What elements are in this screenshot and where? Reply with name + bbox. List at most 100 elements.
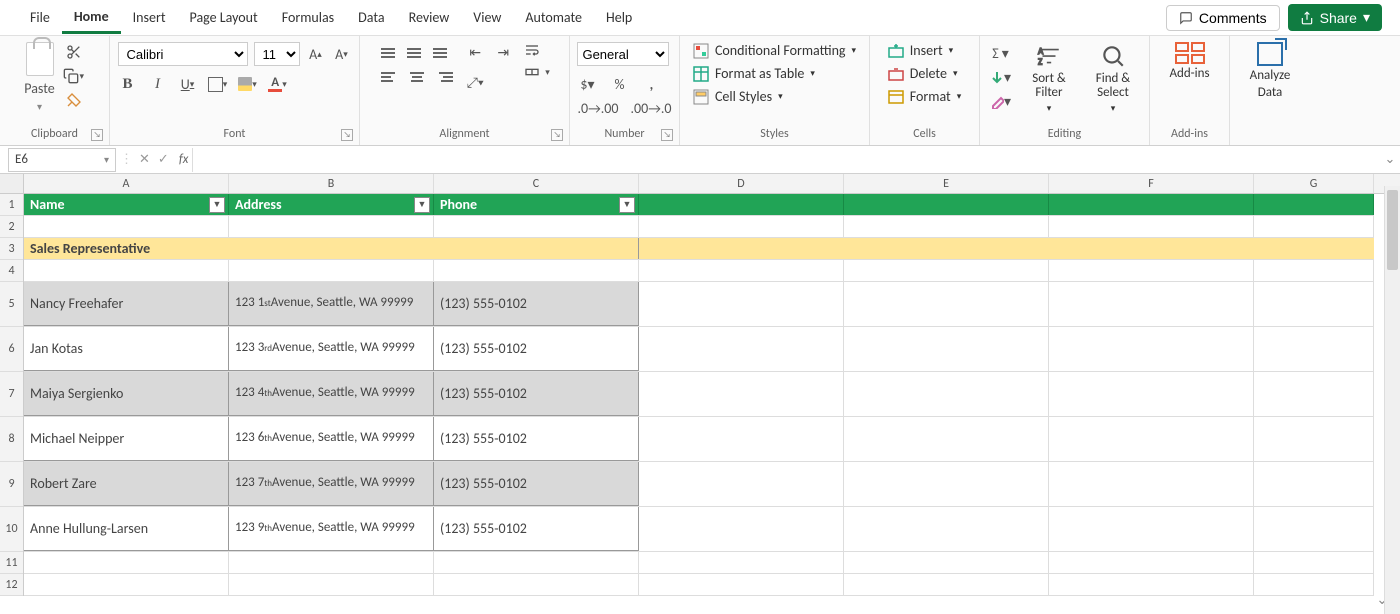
tab-help[interactable]: Help — [594, 3, 644, 32]
copy-button[interactable]: ▾ — [63, 66, 85, 86]
cell[interactable] — [639, 462, 844, 506]
cell[interactable]: (123) 555-0102 — [434, 417, 639, 461]
cell[interactable]: Michael Neipper — [24, 417, 229, 461]
cell[interactable] — [1254, 552, 1374, 573]
cell[interactable] — [1254, 194, 1374, 215]
select-all-corner[interactable] — [0, 174, 24, 193]
cell[interactable] — [1049, 417, 1254, 461]
filter-button[interactable]: ▼ — [619, 197, 635, 213]
increase-font-button[interactable]: A▴ — [306, 44, 326, 64]
cell[interactable] — [434, 216, 639, 237]
addins-button[interactable]: Add-ins — [1169, 42, 1209, 81]
cell[interactable] — [24, 552, 229, 573]
cell[interactable] — [639, 417, 844, 461]
cell[interactable] — [1254, 417, 1374, 461]
cell[interactable] — [844, 462, 1049, 506]
col-header-C[interactable]: C — [434, 174, 639, 193]
cell[interactable] — [844, 417, 1049, 461]
cell[interactable] — [229, 260, 434, 281]
align-top-button[interactable] — [379, 42, 403, 64]
cell[interactable] — [1254, 260, 1374, 281]
cell[interactable] — [639, 216, 844, 237]
col-header-F[interactable]: F — [1049, 174, 1254, 193]
cell[interactable]: (123) 555-0102 — [434, 372, 639, 416]
row-header-7[interactable]: 7 — [0, 372, 23, 417]
decrease-decimal-button[interactable]: .00→.0 — [631, 98, 672, 118]
comma-format-button[interactable]: , — [641, 74, 661, 94]
align-middle-button[interactable] — [405, 42, 429, 64]
cancel-formula-button[interactable]: ✕ — [139, 152, 150, 167]
cell[interactable] — [844, 507, 1049, 551]
cell[interactable]: (123) 555-0102 — [434, 327, 639, 371]
fx-icon[interactable]: fx — [175, 152, 193, 167]
cell[interactable]: (123) 555-0102 — [434, 462, 639, 506]
cell[interactable]: 123 3rd Avenue, Seattle, WA 99999 — [229, 327, 434, 371]
align-left-button[interactable] — [379, 66, 403, 88]
cell[interactable] — [229, 238, 434, 259]
cell[interactable]: Name▼ — [24, 194, 229, 215]
cell[interactable] — [1049, 552, 1254, 573]
cell[interactable]: 123 4th Avenue, Seattle, WA 99999 — [229, 372, 434, 416]
fill-button[interactable]: ▾ — [990, 68, 1011, 88]
tab-home[interactable]: Home — [62, 2, 121, 34]
cell[interactable] — [639, 282, 844, 326]
cell[interactable]: Robert Zare — [24, 462, 229, 506]
format-painter-button[interactable] — [63, 90, 85, 110]
cell[interactable] — [1254, 216, 1374, 237]
merge-center-button[interactable]: ▾ — [523, 64, 550, 80]
analyze-data-button[interactable]: Analyze Data — [1250, 42, 1291, 100]
cell[interactable]: 123 1st Avenue, Seattle, WA 99999 — [229, 282, 434, 326]
orientation-button[interactable]: ⤢▾ — [465, 72, 485, 92]
col-header-B[interactable]: B — [229, 174, 434, 193]
cell[interactable]: Anne Hullung-Larsen — [24, 507, 229, 551]
cell[interactable]: Address▼ — [229, 194, 434, 215]
increase-decimal-button[interactable]: .0→.00 — [577, 98, 618, 118]
filter-button[interactable]: ▼ — [209, 197, 225, 213]
align-bottom-button[interactable] — [431, 42, 455, 64]
underline-button[interactable]: U▾ — [178, 74, 198, 94]
cell[interactable] — [1049, 260, 1254, 281]
cell[interactable]: 123 6th Avenue, Seattle, WA 99999 — [229, 417, 434, 461]
row-header-5[interactable]: 5 — [0, 282, 23, 327]
cell[interactable] — [1049, 327, 1254, 371]
tab-file[interactable]: File — [18, 3, 62, 32]
cell[interactable] — [639, 238, 844, 259]
cell[interactable] — [1254, 462, 1374, 506]
cell[interactable] — [1049, 462, 1254, 506]
cell[interactable] — [844, 552, 1049, 573]
cell[interactable] — [639, 327, 844, 371]
align-right-button[interactable] — [431, 66, 455, 88]
cell[interactable] — [639, 574, 844, 595]
dialog-launcher[interactable]: ↘ — [661, 129, 673, 141]
insert-cells-button[interactable]: Insert▾ — [888, 42, 953, 59]
sort-filter-button[interactable]: AZ Sort & Filter▾ — [1025, 42, 1073, 114]
dialog-launcher[interactable]: ↘ — [341, 129, 353, 141]
cell[interactable] — [434, 552, 639, 573]
col-header-D[interactable]: D — [639, 174, 844, 193]
name-box[interactable]: E6 ▾ — [8, 148, 116, 172]
cell[interactable] — [844, 260, 1049, 281]
cell[interactable] — [24, 260, 229, 281]
cell[interactable] — [844, 372, 1049, 416]
cell[interactable] — [844, 327, 1049, 371]
border-button[interactable]: ▾ — [208, 74, 228, 94]
row-header-8[interactable]: 8 — [0, 417, 23, 462]
clear-button[interactable]: ▾ — [990, 92, 1011, 112]
autosum-button[interactable]: Σ ▾ — [990, 44, 1011, 64]
cell[interactable] — [1254, 574, 1374, 595]
fill-color-button[interactable]: ▾ — [238, 74, 258, 94]
cell[interactable] — [639, 552, 844, 573]
cell[interactable] — [844, 282, 1049, 326]
tab-insert[interactable]: Insert — [121, 3, 178, 32]
row-header-6[interactable]: 6 — [0, 327, 23, 372]
cell[interactable]: Nancy Freehafer — [24, 282, 229, 326]
cell[interactable] — [844, 238, 1049, 259]
cell[interactable] — [229, 574, 434, 595]
vertical-scrollbar[interactable] — [1384, 186, 1400, 614]
row-header-11[interactable]: 11 — [0, 552, 23, 574]
format-cells-button[interactable]: Format▾ — [888, 88, 962, 105]
cell[interactable]: Phone▼ — [434, 194, 639, 215]
tab-page-layout[interactable]: Page Layout — [178, 3, 270, 32]
decrease-font-button[interactable]: A▾ — [332, 44, 352, 64]
tab-data[interactable]: Data — [346, 3, 396, 32]
